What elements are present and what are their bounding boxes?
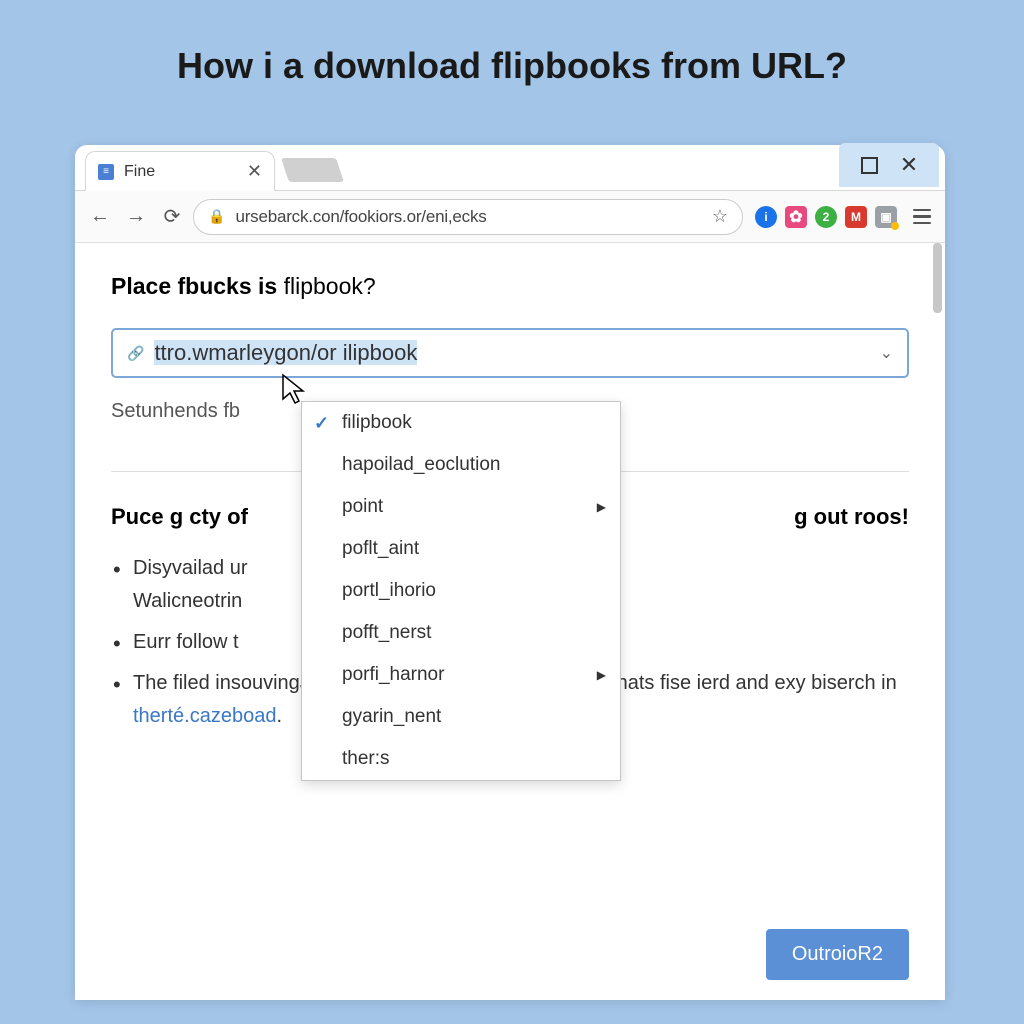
window-close-button[interactable]: ✕ xyxy=(889,151,929,179)
dropdown-item[interactable]: filipbook xyxy=(302,402,620,444)
dropdown-item[interactable]: hapoilad_eoclution xyxy=(302,444,620,486)
autocomplete-dropdown: filipbookhapoilad_eoclutionpoint▶poflt_a… xyxy=(301,401,621,781)
tab-close-button[interactable]: ✕ xyxy=(247,161,262,182)
extension-pink-icon[interactable]: ✿ xyxy=(785,206,807,228)
extension-grey-icon[interactable]: ▣ xyxy=(875,206,897,228)
submenu-arrow-icon: ▶ xyxy=(597,668,606,682)
window-controls: ✕ xyxy=(839,143,939,187)
content-link[interactable]: therté.cazeboad xyxy=(133,705,276,727)
dropdown-item[interactable]: pofft_nerst xyxy=(302,612,620,654)
hamburger-menu-button[interactable] xyxy=(909,204,935,230)
dropdown-item[interactable]: point▶ xyxy=(302,486,620,528)
dropdown-item[interactable]: gyarin_nent xyxy=(302,696,620,738)
flipbook-url-field[interactable]: 🔗 ttro.wmarleygon/or ilipbook ⌄ xyxy=(111,328,909,378)
new-tab-button[interactable] xyxy=(281,158,344,182)
heading-bold: Place fbucks is xyxy=(111,273,277,299)
browser-toolbar: ← → ⟳ 🔒 ☆ i ✿ 2 M ▣ xyxy=(75,191,945,243)
bookmark-star-icon[interactable]: ☆ xyxy=(712,206,728,227)
browser-tab[interactable]: ≡ Fine ✕ xyxy=(85,151,275,191)
url-field-icon: 🔗 xyxy=(127,345,144,362)
lock-icon: 🔒 xyxy=(208,208,225,225)
extension-red-icon[interactable]: M xyxy=(845,206,867,228)
reload-button[interactable]: ⟳ xyxy=(157,202,187,232)
tab-favicon-icon: ≡ xyxy=(98,164,114,180)
dropdown-item[interactable]: poflt_aint xyxy=(302,528,620,570)
forward-button[interactable]: → xyxy=(121,202,151,232)
maximize-button[interactable] xyxy=(849,151,889,179)
tab-title: Fine xyxy=(124,163,237,181)
extension-icons: i ✿ 2 M ▣ xyxy=(755,206,897,228)
content-heading: Place fbucks is flipbook? xyxy=(111,273,909,300)
scrollbar-thumb[interactable] xyxy=(933,243,942,313)
page-title: How i a download flipbooks from URL? xyxy=(0,0,1024,122)
submenu-arrow-icon: ▶ xyxy=(597,500,606,514)
chevron-down-icon[interactable]: ⌄ xyxy=(880,343,893,363)
browser-window: ✕ ≡ Fine ✕ ← → ⟳ 🔒 ☆ i ✿ 2 M ▣ xyxy=(75,145,945,1000)
dropdown-item[interactable]: ther:s xyxy=(302,738,620,780)
dropdown-item[interactable]: porfi_harnor▶ xyxy=(302,654,620,696)
url-input[interactable] xyxy=(235,207,701,227)
back-button[interactable]: ← xyxy=(85,202,115,232)
tab-strip: ≡ Fine ✕ xyxy=(75,145,945,191)
page-content: Place fbucks is flipbook? 🔗 ttro.wmarley… xyxy=(75,243,945,1000)
heading-light: flipbook? xyxy=(277,273,375,299)
url-field-value: ttro.wmarleygon/or ilipbook xyxy=(154,340,869,366)
dropdown-item[interactable]: portl_ihorio xyxy=(302,570,620,612)
extension-green-icon[interactable]: 2 xyxy=(815,206,837,228)
address-bar[interactable]: 🔒 ☆ xyxy=(193,199,743,235)
extension-blue-icon[interactable]: i xyxy=(755,206,777,228)
cta-button[interactable]: OutroioR2 xyxy=(766,929,909,980)
